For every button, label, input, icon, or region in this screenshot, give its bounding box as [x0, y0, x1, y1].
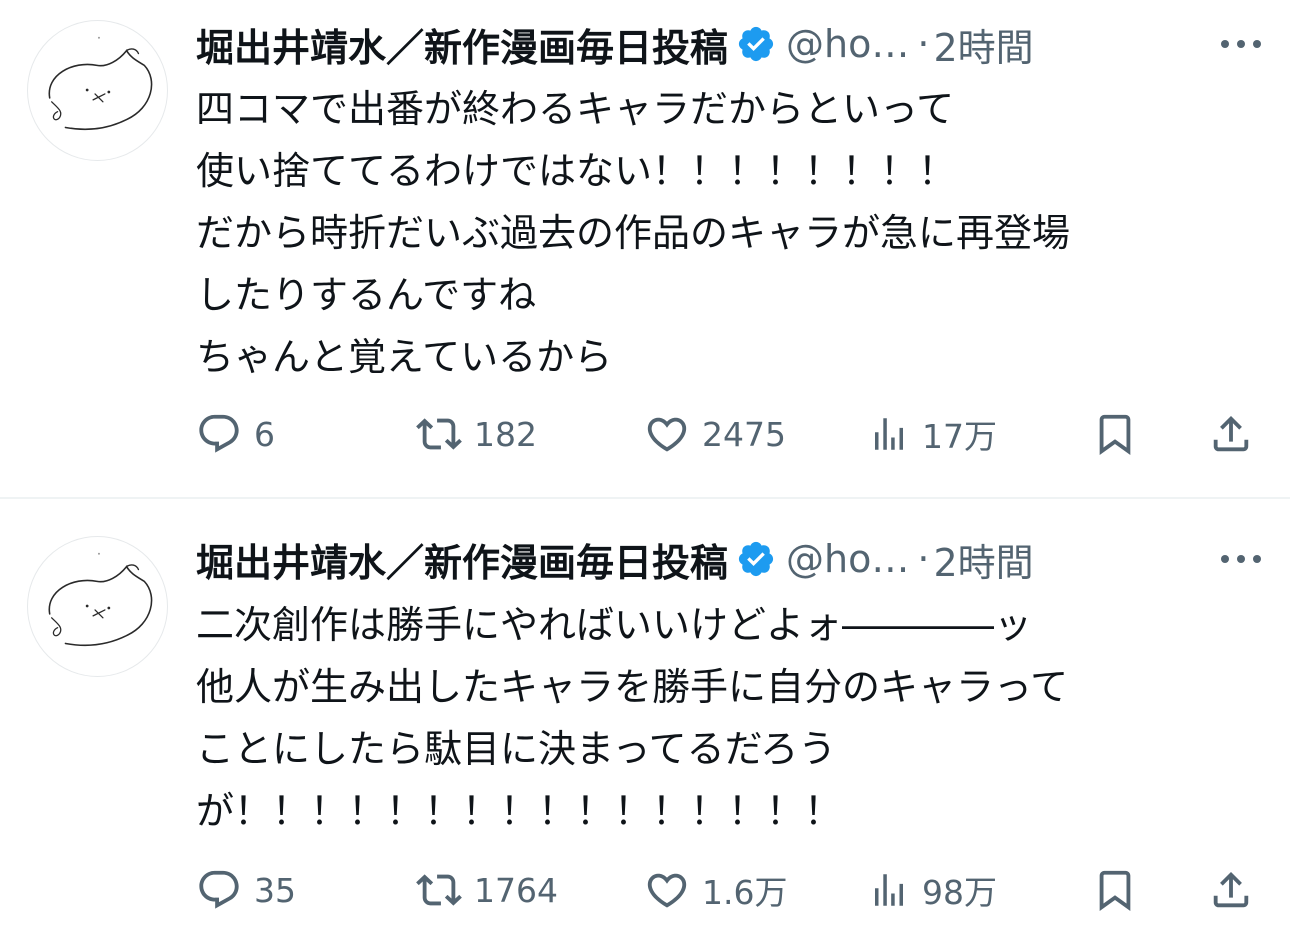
- bookmark-button[interactable]: [1092, 864, 1138, 916]
- tweet-text-line: 二次創作は勝手にやればいいけどよォ――――ッ: [196, 603, 1033, 647]
- share-icon: [1213, 871, 1249, 908]
- tweet-header: 堀出井靖水／新作漫画毎日投稿 @ho… · 2時間: [196, 16, 1266, 72]
- view-count: 17万: [922, 417, 997, 456]
- retweet-count: 182: [474, 414, 537, 454]
- heart-icon: [647, 417, 687, 452]
- avatar[interactable]: [27, 536, 168, 677]
- action-bar: 35 1764 1.6万 98万: [196, 864, 1266, 916]
- display-name[interactable]: 堀出井靖水／新作漫画毎日投稿: [196, 532, 728, 587]
- views-button[interactable]: 17万: [868, 408, 997, 460]
- bookmark-button[interactable]: [1092, 408, 1138, 460]
- tweet-text-line: が！！！！！！！！！！！！！！！！: [196, 789, 843, 833]
- reply-count: 6: [254, 414, 275, 454]
- separator-dot: ·: [917, 22, 930, 66]
- view-count: 98万: [922, 873, 997, 912]
- reply-icon: [199, 870, 239, 909]
- bookmark-icon: [1099, 414, 1131, 455]
- verified-badge-icon[interactable]: [736, 539, 776, 579]
- avatar[interactable]: [27, 20, 168, 161]
- tweet-text-line: 他人が生み出したキャラを勝手に自分のキャラって: [196, 665, 1069, 709]
- share-icon: [1213, 415, 1249, 452]
- reply-icon: [199, 414, 239, 453]
- views-chart-icon: [875, 418, 903, 450]
- handle[interactable]: @ho…: [786, 537, 909, 581]
- reply-count: 35: [254, 870, 296, 910]
- more-options-icon[interactable]: [1216, 16, 1266, 72]
- tweet-text-line: ちゃんと覚えているから: [196, 335, 613, 379]
- verified-badge-icon[interactable]: [736, 24, 776, 64]
- like-button[interactable]: 2475: [644, 408, 786, 460]
- retweet-button[interactable]: 182: [416, 408, 537, 460]
- display-name[interactable]: 堀出井靖水／新作漫画毎日投稿: [196, 17, 728, 72]
- action-bar: 6 182 2475 17万: [196, 408, 1266, 460]
- like-button[interactable]: 1.6万: [644, 864, 787, 916]
- like-count: 2475: [702, 414, 786, 454]
- bookmark-icon: [1099, 870, 1131, 911]
- reply-button[interactable]: 35: [196, 864, 296, 916]
- retweet-icon: [416, 874, 462, 906]
- retweet-icon: [416, 418, 462, 450]
- tweet[interactable]: 堀出井靖水／新作漫画毎日投稿 @ho… · 2時間 二次創作は勝手にやればいいけ…: [0, 500, 1290, 944]
- sketch-cat-avatar-icon: [48, 552, 153, 647]
- retweet-count: 1764: [474, 870, 558, 910]
- tweet-text-line: だから時折だいぶ過去の作品のキャラが急に再登場: [196, 211, 1071, 255]
- tweet-text-line: 四コマで出番が終わるキャラだからといって: [196, 87, 955, 131]
- timestamp[interactable]: 2時間: [933, 532, 1033, 587]
- tweet[interactable]: 堀出井靖水／新作漫画毎日投稿 @ho… · 2時間 四コマで出番が終わるキャラだ…: [0, 0, 1290, 498]
- views-button[interactable]: 98万: [868, 864, 997, 916]
- tweet-text-line: したりするんですね: [196, 273, 537, 317]
- timeline: 堀出井靖水／新作漫画毎日投稿 @ho… · 2時間 四コマで出番が終わるキャラだ…: [0, 0, 1290, 944]
- views-chart-icon: [875, 874, 903, 906]
- tweet-text: 四コマで出番が終わるキャラだからといって 使い捨ててるわけではない！！！！！！！…: [196, 78, 1266, 388]
- more-options-icon[interactable]: [1216, 531, 1266, 587]
- retweet-button[interactable]: 1764: [416, 864, 558, 916]
- separator-dot: ·: [917, 537, 930, 581]
- tweet-text-line: ことにしたら駄目に決まってるだろう: [196, 727, 837, 771]
- tweet-text: 二次創作は勝手にやればいいけどよォ――――ッ 他人が生み出したキャラを勝手に自分…: [196, 594, 1266, 842]
- tweet-divider: [0, 497, 1290, 499]
- reply-button[interactable]: 6: [196, 408, 275, 460]
- handle[interactable]: @ho…: [786, 22, 909, 66]
- tweet-header: 堀出井靖水／新作漫画毎日投稿 @ho… · 2時間: [196, 531, 1266, 587]
- share-button[interactable]: [1208, 864, 1254, 916]
- timestamp[interactable]: 2時間: [933, 17, 1033, 72]
- sketch-cat-avatar-icon: [48, 36, 153, 131]
- heart-icon: [647, 873, 687, 908]
- share-button[interactable]: [1208, 408, 1254, 460]
- like-count: 1.6万: [702, 873, 788, 912]
- tweet-text-line: 使い捨ててるわけではない！！！！！！！！: [196, 149, 957, 193]
